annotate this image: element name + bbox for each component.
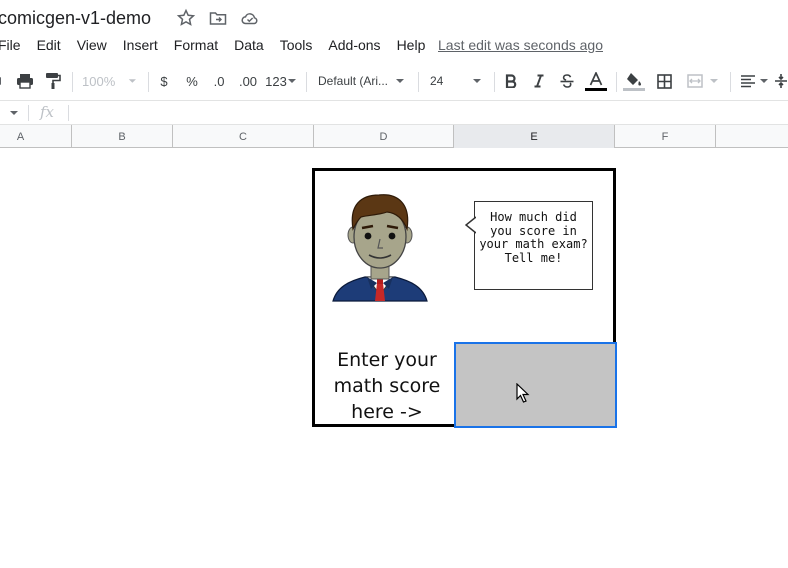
character-illustration <box>332 194 428 302</box>
menu-tools[interactable]: Tools <box>280 37 313 53</box>
column-header-f[interactable]: F <box>615 125 716 148</box>
borders-icon <box>656 73 672 89</box>
decrease-decimal-button[interactable]: .0 <box>208 64 230 98</box>
column-header-c[interactable]: C <box>173 125 314 148</box>
text-color-icon <box>589 71 603 85</box>
toolbar: 100% $ % .0 .00 123 Default (Ari... 24 <box>0 64 788 98</box>
chevron-down-icon <box>473 79 482 83</box>
align-left-icon <box>740 75 755 88</box>
column-header-g[interactable] <box>716 125 788 148</box>
menu-addons[interactable]: Add-ons <box>328 37 380 53</box>
strikethrough-icon <box>560 74 574 88</box>
italic-button[interactable] <box>530 64 548 98</box>
menu-data[interactable]: Data <box>234 37 264 53</box>
borders-button[interactable] <box>654 64 674 98</box>
undo-icon[interactable] <box>0 64 8 98</box>
currency-button[interactable]: $ <box>156 64 172 98</box>
increase-decimal-button[interactable]: .00 <box>236 64 260 98</box>
speech-text: How much did you score in your math exam… <box>479 210 588 265</box>
chevron-down-icon <box>129 79 137 83</box>
horizontal-align-button[interactable] <box>738 64 770 98</box>
font-family-select[interactable]: Default (Ari... <box>318 64 410 98</box>
chevron-down-icon <box>759 79 768 83</box>
bold-icon <box>505 74 517 88</box>
italic-icon <box>534 74 544 88</box>
menu-help[interactable]: Help <box>397 37 426 53</box>
fx-icon: fx <box>40 103 55 121</box>
cloud-saved-icon[interactable] <box>240 8 260 28</box>
bold-button[interactable] <box>502 64 520 98</box>
strikethrough-button[interactable] <box>558 64 576 98</box>
text-color-button[interactable] <box>584 64 608 98</box>
menu-format[interactable]: Format <box>174 37 218 53</box>
column-header-a[interactable]: A <box>0 125 72 148</box>
vertical-align-icon <box>775 74 787 88</box>
menu-bar: File Edit View Insert Format Data Tools … <box>0 37 441 53</box>
column-header-d[interactable]: D <box>314 125 454 148</box>
move-folder-icon[interactable] <box>208 8 228 28</box>
speech-bubble: How much did you score in your math exam… <box>474 201 593 290</box>
merge-cells-button[interactable] <box>684 64 722 98</box>
percent-button[interactable]: % <box>184 64 200 98</box>
chevron-down-icon[interactable] <box>8 109 20 117</box>
column-header-e[interactable]: E <box>454 125 615 148</box>
menu-edit[interactable]: Edit <box>37 37 61 53</box>
score-prompt: Enter your math score here -> <box>333 349 441 423</box>
merge-cells-icon <box>687 74 703 88</box>
zoom-select[interactable]: 100% <box>82 64 138 98</box>
mouse-pointer-icon <box>516 383 530 403</box>
column-headers: A B C D E F <box>0 125 788 148</box>
doc-title[interactable]: comicgen-v1-demo <box>0 8 151 29</box>
print-icon[interactable] <box>14 64 36 98</box>
paint-format-icon[interactable] <box>43 64 63 98</box>
more-formats-label: 123 <box>265 73 287 89</box>
fill-color-button[interactable] <box>622 64 646 98</box>
speech-bubble-tail <box>465 216 476 234</box>
more-formats-select[interactable]: 123 <box>264 64 298 98</box>
chevron-down-icon <box>710 79 718 83</box>
menu-insert[interactable]: Insert <box>123 37 158 53</box>
formula-input[interactable] <box>76 101 776 124</box>
font-family-value: Default (Ari... <box>318 74 389 88</box>
font-size-value: 24 <box>430 74 444 88</box>
star-icon[interactable] <box>176 8 196 28</box>
zoom-value: 100% <box>82 73 116 89</box>
last-edit-link[interactable]: Last edit was seconds ago <box>438 37 603 53</box>
column-header-b[interactable]: B <box>72 125 173 148</box>
font-size-select[interactable]: 24 <box>430 64 488 98</box>
score-input-cell[interactable] <box>454 342 617 428</box>
chevron-down-icon <box>396 79 405 83</box>
comic-panel: How much did you score in your math exam… <box>312 168 617 428</box>
fill-color-icon <box>627 72 641 85</box>
menu-view[interactable]: View <box>77 37 107 53</box>
vertical-align-button[interactable] <box>774 64 788 98</box>
menu-file[interactable]: File <box>0 37 21 53</box>
chevron-down-icon <box>287 79 296 83</box>
formula-bar: fx <box>0 100 788 125</box>
